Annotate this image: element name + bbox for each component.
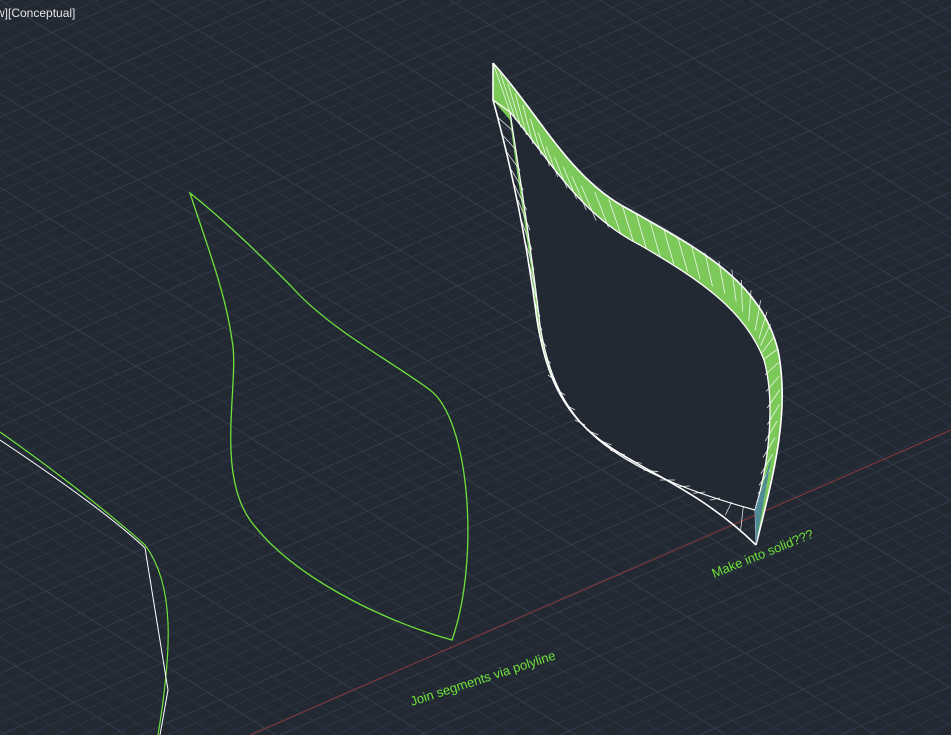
grid-lines	[0, 0, 951, 735]
x-axis-line	[249, 429, 951, 735]
model-viewport[interactable]: w][Conceptual] Join segments via polylin…	[0, 0, 951, 735]
viewport-controls-label[interactable]: w][Conceptual]	[0, 6, 75, 20]
leaf-extruded-surface[interactable]	[492, 62, 784, 546]
drawing-canvas[interactable]: Join segments via polyline Make into sol…	[0, 0, 951, 735]
